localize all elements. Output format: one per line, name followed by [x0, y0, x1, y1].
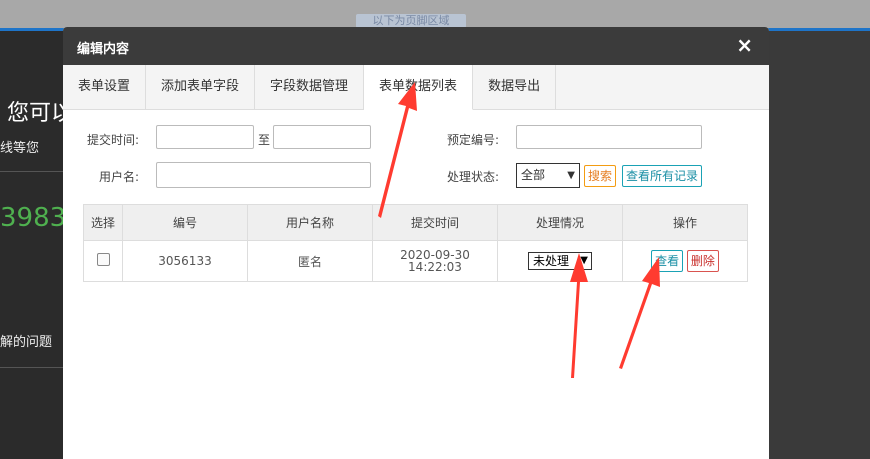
column-header: 提交时间 [372, 204, 498, 241]
column-header: 用户名称 [247, 204, 373, 241]
reserve-no-input[interactable] [516, 125, 702, 149]
background-subtext: 线等您 [0, 141, 40, 156]
submit-time-start-input[interactable] [156, 125, 254, 149]
table-header-row: 选择 编号 用户名称 提交时间 处理情况 操作 [83, 204, 748, 241]
dropdown-arrow-icon: ▼ [567, 170, 575, 181]
table-row: 3056133 匿名 2020-09-30 14:22:03 未处理 ▼ 查看 … [83, 240, 748, 282]
row-checkbox[interactable] [96, 253, 110, 266]
background-left-panel: 您可以 线等您 3983 解的问题 [0, 31, 64, 459]
actions-cell: 查看 删除 [622, 240, 748, 282]
id-cell: 3056133 [122, 240, 248, 282]
row-status-select[interactable]: 未处理 ▼ [528, 252, 592, 270]
background-number: 3983 [0, 203, 64, 233]
status-select-value: 全部 [521, 168, 546, 182]
delete-button[interactable]: 删除 [686, 250, 719, 272]
background-heading: 您可以 [7, 101, 64, 126]
submit-time: 14:22:03 [408, 260, 462, 274]
tab-field-data-management[interactable]: 字段数据管理 [255, 65, 365, 109]
column-header: 选择 [83, 204, 123, 241]
tab-form-data-list[interactable]: 表单数据列表 [364, 65, 474, 110]
status-select[interactable]: 全部 ▼ [516, 163, 580, 188]
username-label: 用户名: [99, 170, 140, 184]
form-data-table: 选择 编号 用户名称 提交时间 处理情况 操作 3056133 匿名 2020-… [83, 204, 748, 282]
edit-content-dialog: 编辑内容 × 表单设置 添加表单字段 字段数据管理 表单数据列表 数据导出 提交… [63, 27, 769, 459]
reserve-no-label: 预定编号: [447, 133, 500, 147]
view-all-records-button[interactable]: 查看所有记录 [622, 165, 703, 187]
row-status-value: 未处理 [533, 254, 570, 268]
close-icon[interactable]: × [736, 33, 753, 57]
select-cell [83, 240, 123, 282]
background-divider [0, 367, 64, 368]
column-header: 处理情况 [497, 204, 623, 241]
background-divider [0, 171, 64, 172]
tab-add-form-field[interactable]: 添加表单字段 [146, 65, 256, 109]
background-issue-text: 解的问题 [0, 335, 53, 350]
dropdown-arrow-icon: ▼ [580, 255, 588, 266]
search-button[interactable]: 搜索 [584, 165, 617, 187]
background-right-panel [768, 31, 870, 459]
status-cell: 未处理 ▼ [497, 240, 623, 282]
tab-data-export[interactable]: 数据导出 [473, 65, 557, 109]
background-top-hint: 以下为页脚区域 [356, 14, 466, 28]
username-input[interactable] [156, 162, 371, 188]
submit-time-end-input[interactable] [273, 125, 371, 149]
status-label: 处理状态: [447, 170, 500, 184]
dialog-title: 编辑内容 [77, 42, 130, 57]
dialog-header: 编辑内容 × [63, 27, 769, 65]
submit-time-label: 提交时间: [87, 133, 140, 147]
tab-form-settings[interactable]: 表单设置 [63, 65, 147, 109]
view-button[interactable]: 查看 [651, 250, 684, 272]
tab-bar: 表单设置 添加表单字段 字段数据管理 表单数据列表 数据导出 [63, 65, 769, 110]
submit-time-cell: 2020-09-30 14:22:03 [372, 240, 498, 282]
username-cell: 匿名 [247, 240, 373, 282]
column-header: 编号 [122, 204, 248, 241]
column-header: 操作 [622, 204, 748, 241]
to-label: 至 [258, 133, 271, 147]
